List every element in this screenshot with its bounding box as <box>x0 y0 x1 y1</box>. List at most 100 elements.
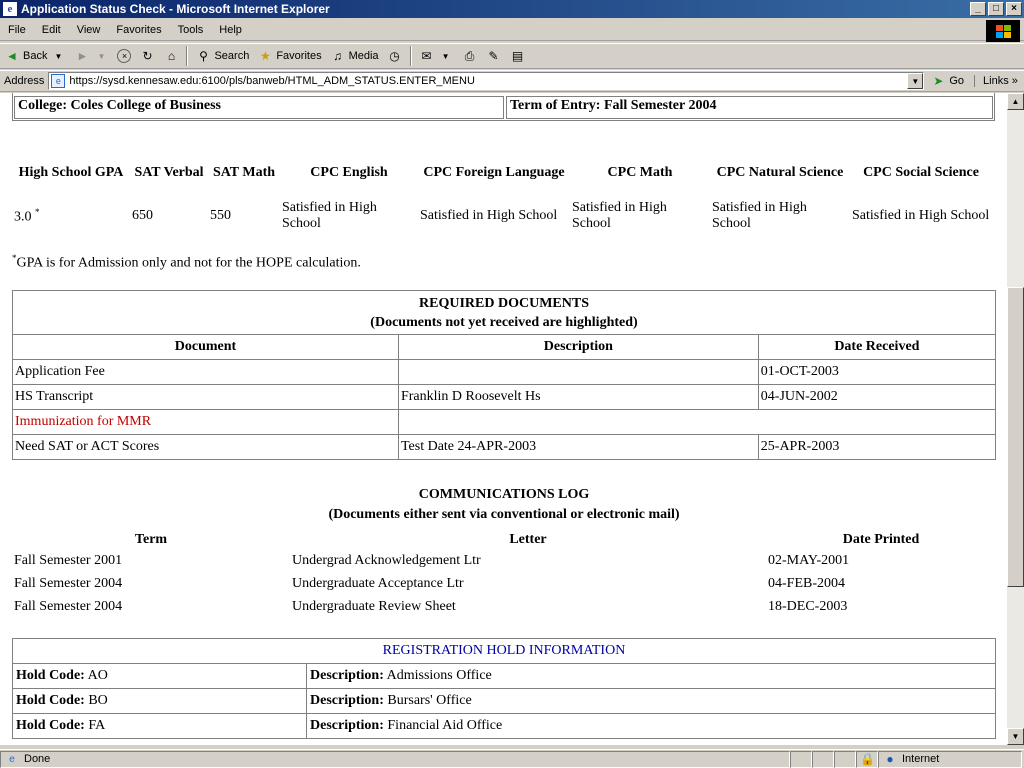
term-entry-text: Term of Entry: Fall Semester 2004 <box>510 98 717 113</box>
required-docs-title: REQUIRED DOCUMENTS <box>419 295 589 311</box>
edit-button[interactable]: ✎ <box>482 48 506 64</box>
term-cell: Fall Semester 2001 <box>14 552 123 568</box>
back-button[interactable]: ◄ Back ▼ <box>0 48 70 64</box>
forward-dropdown-icon[interactable]: ▼ <box>93 48 109 64</box>
table-row: Fall Semester 2001 Undergrad Acknowledge… <box>12 549 996 572</box>
address-input[interactable]: e https://sysd.kennesaw.edu:6100/pls/ban… <box>48 72 925 90</box>
score-value: Satisfied in High School <box>712 200 807 231</box>
forward-button[interactable]: ► ▼ <box>70 48 113 64</box>
refresh-button[interactable]: ↻ <box>135 48 159 64</box>
search-button[interactable]: ⚲ Search <box>191 48 253 64</box>
hold-code-value: FA <box>88 718 106 733</box>
discuss-button[interactable]: ▤ <box>506 48 530 64</box>
media-button[interactable]: ♫ Media <box>326 48 383 64</box>
scroll-down-button[interactable]: ▼ <box>1007 728 1024 745</box>
score-header: SAT Verbal <box>134 165 204 180</box>
hold-description-cell: Description: Bursars' Office <box>306 688 996 714</box>
search-icon: ⚲ <box>199 49 208 63</box>
stop-icon: × <box>117 49 132 63</box>
score-header: High School GPA <box>18 165 124 180</box>
document-cell: Need SAT or ACT Scores <box>12 434 399 460</box>
window-title-bar[interactable]: e Application Status Check - Microsoft I… <box>0 0 1024 18</box>
maximize-button[interactable]: □ <box>988 2 1004 16</box>
edit-icon: ✎ <box>488 49 499 63</box>
page-done-icon: e <box>9 753 15 765</box>
hold-code-value: AO <box>87 668 108 683</box>
hold-code-value: BO <box>88 693 108 708</box>
address-dropdown-icon[interactable]: ▼ <box>907 73 924 89</box>
col-header-term: Term <box>134 532 168 547</box>
letter-cell: Undergraduate Review Sheet <box>292 598 456 614</box>
table-row: Hold Code: FA Description: Financial Aid… <box>12 713 996 739</box>
score-header: CPC Social Science <box>863 165 979 180</box>
lock-icon: 🔒 <box>860 752 875 766</box>
table-row: Hold Code: AO Description: Admissions Of… <box>12 663 996 689</box>
test-scores-table: High School GPA SAT Verbal SAT Math CPC … <box>12 151 992 237</box>
home-icon: ⌂ <box>167 49 176 63</box>
menu-edit[interactable]: Edit <box>34 24 69 36</box>
mail-dropdown-icon[interactable]: ▼ <box>438 48 454 64</box>
favorites-button[interactable]: ★ Favorites <box>253 48 325 64</box>
hold-code-cell: Hold Code: BO <box>12 688 307 714</box>
back-dropdown-icon[interactable]: ▼ <box>50 48 66 64</box>
required-docs-header: REQUIRED DOCUMENTS (Documents not yet re… <box>12 290 996 335</box>
holds-title: REGISTRATION HOLD INFORMATION <box>12 638 996 664</box>
hold-code-label: Hold Code: <box>16 693 85 708</box>
internet-globe-icon: ● <box>886 752 894 766</box>
col-header-date-received: Date Received <box>757 334 997 360</box>
links-button[interactable]: Links » <box>974 75 1018 87</box>
date-cell: 04-FEB-2004 <box>768 575 845 591</box>
close-button[interactable]: × <box>1006 2 1022 16</box>
document-cell-missing: Immunization for MMR <box>12 409 399 435</box>
scroll-up-button[interactable]: ▲ <box>1007 93 1024 110</box>
back-arrow-icon: ◄ <box>6 49 18 63</box>
hold-description-cell: Description: Admissions Office <box>306 663 996 689</box>
page-content: College: Coles College of Business Term … <box>0 93 1007 745</box>
menu-favorites[interactable]: Favorites <box>108 24 169 36</box>
table-row: Fall Semester 2004 Undergraduate Accepta… <box>12 572 996 595</box>
menu-view[interactable]: View <box>69 24 109 36</box>
date-cell: 01-OCT-2003 <box>757 359 997 385</box>
ssl-lock-pane[interactable]: 🔒 <box>856 750 878 768</box>
required-docs-subtitle: (Documents not yet received are highligh… <box>370 314 638 330</box>
table-row: Application Fee 01-OCT-2003 <box>12 359 997 385</box>
score-value: Satisfied in High School <box>572 200 667 231</box>
description-cell <box>397 359 759 385</box>
menu-tools[interactable]: Tools <box>170 24 212 36</box>
vertical-scrollbar[interactable]: ▲ ▼ <box>1007 93 1024 745</box>
communications-title: COMMUNICATIONS LOG <box>418 487 590 502</box>
status-text-pane: e Done <box>0 750 790 768</box>
letter-cell: Undergrad Acknowledgement Ltr <box>292 552 481 568</box>
history-button[interactable]: ◷ <box>383 48 407 64</box>
minimize-button[interactable]: _ <box>970 2 986 16</box>
menu-help[interactable]: Help <box>211 24 250 36</box>
status-text: Done <box>24 753 51 765</box>
score-value: Satisfied in High School <box>420 208 558 223</box>
menu-file[interactable]: File <box>0 24 34 36</box>
description-cell: Test Date 24-APR-2003 <box>397 434 759 460</box>
mail-button[interactable]: ✉ ▼ <box>415 48 458 64</box>
gpa-footnote-mark: * <box>35 206 40 217</box>
hold-code-cell: Hold Code: AO <box>12 663 307 689</box>
college-text: College: Coles College of Business <box>18 98 221 113</box>
score-value: 550 <box>210 208 231 223</box>
table-row: HS Transcript Franklin D Roosevelt Hs 04… <box>12 384 997 410</box>
back-label: Back <box>23 50 48 62</box>
stop-button[interactable]: × <box>113 49 135 63</box>
hold-desc-value: Admissions Office <box>386 668 492 683</box>
hold-code-label: Hold Code: <box>16 668 85 683</box>
favorites-label: Favorites <box>276 50 322 62</box>
document-cell: HS Transcript <box>12 384 399 410</box>
communications-header: COMMUNICATIONS LOG (Documents either sen… <box>12 485 996 525</box>
go-button[interactable]: ➤ Go <box>930 73 964 89</box>
scroll-thumb[interactable] <box>1007 287 1024 587</box>
home-button[interactable]: ⌂ <box>159 48 183 64</box>
communications-log: COMMUNICATIONS LOG (Documents either sen… <box>12 485 996 618</box>
hold-desc-value: Bursars' Office <box>387 693 472 708</box>
print-button[interactable]: ⎙ <box>458 48 482 64</box>
score-header: CPC Math <box>607 165 673 180</box>
history-icon: ◷ <box>389 49 400 63</box>
gpa-note-text: GPA is for Admission only and not for th… <box>16 255 361 271</box>
gpa-footnote: *GPA is for Admission only and not for t… <box>12 253 361 272</box>
discuss-icon: ▤ <box>511 49 524 63</box>
